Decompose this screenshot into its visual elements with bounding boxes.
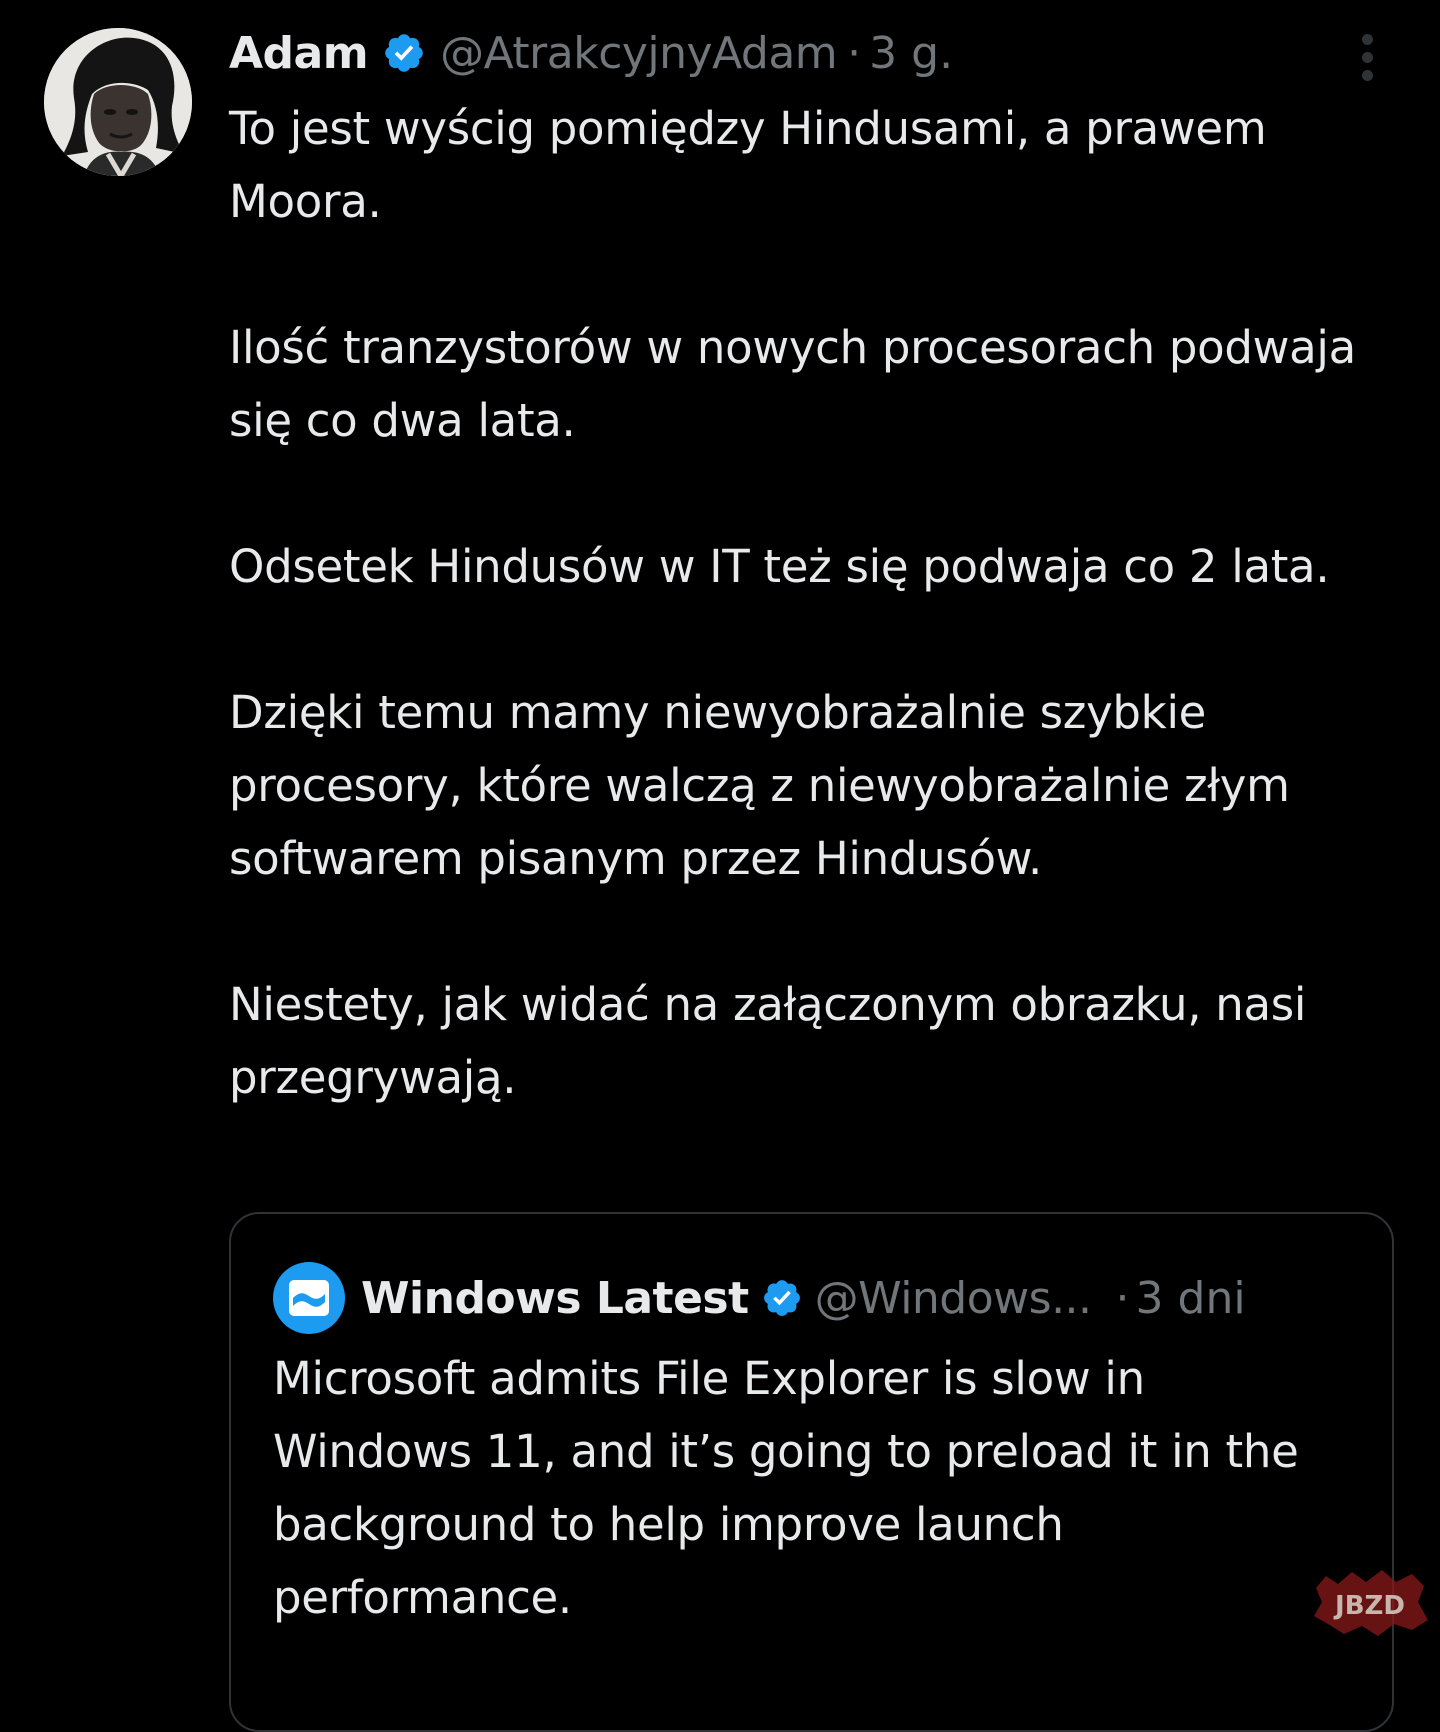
windows-latest-logo-icon[interactable] <box>273 1262 345 1334</box>
quoted-tweet-header: Windows Latest @Windows... · 3 dni <box>273 1262 1246 1334</box>
author-display-name[interactable]: Adam <box>229 28 369 79</box>
more-vertical-icon[interactable] <box>1355 34 1379 86</box>
svg-text:JBZD: JBZD <box>1333 1591 1405 1621</box>
verified-badge-icon <box>382 31 426 75</box>
quoted-author-handle[interactable]: @Windows... <box>815 1273 1092 1324</box>
tweet-text: To jest wyścig pomiędzy Hindusami, a pra… <box>229 92 1399 1114</box>
quoted-tweet-text: Microsoft admits File Explorer is slow i… <box>273 1352 1299 1624</box>
author-avatar[interactable] <box>44 28 192 176</box>
tweet-header: Adam @AtrakcyjnyAdam · 3 g. <box>229 24 953 82</box>
verified-badge-icon <box>761 1277 803 1319</box>
author-handle[interactable]: @AtrakcyjnyAdam <box>440 28 838 79</box>
quoted-author-display-name[interactable]: Windows Latest <box>361 1273 749 1324</box>
quoted-tweet-timestamp[interactable]: 3 dni <box>1136 1273 1246 1324</box>
tweet-paragraph: To jest wyścig pomiędzy Hindusami, a pra… <box>229 102 1267 228</box>
tweet-paragraph: Odsetek Hindusów w IT też się podwaja co… <box>229 540 1330 593</box>
tweet-paragraph: Ilość tranzystorów w nowych procesorach … <box>229 321 1356 447</box>
tweet-paragraph: Niestety, jak widać na załączonym obrazk… <box>229 978 1307 1104</box>
jbzd-watermark-logo: JBZD <box>1308 1568 1432 1638</box>
header-separator: · <box>847 27 862 79</box>
quoted-header-separator: · <box>1115 1272 1130 1324</box>
tweet: Adam @AtrakcyjnyAdam · 3 g. To jest wyśc… <box>0 0 1440 1732</box>
tweet-paragraph: Dzięki temu mamy niewyobrażalnie szybkie… <box>229 686 1290 885</box>
profile-photo-icon <box>44 28 192 176</box>
quoted-tweet[interactable]: Windows Latest @Windows... · 3 dni Micro… <box>229 1212 1394 1732</box>
tweet-timestamp[interactable]: 3 g. <box>869 28 953 79</box>
